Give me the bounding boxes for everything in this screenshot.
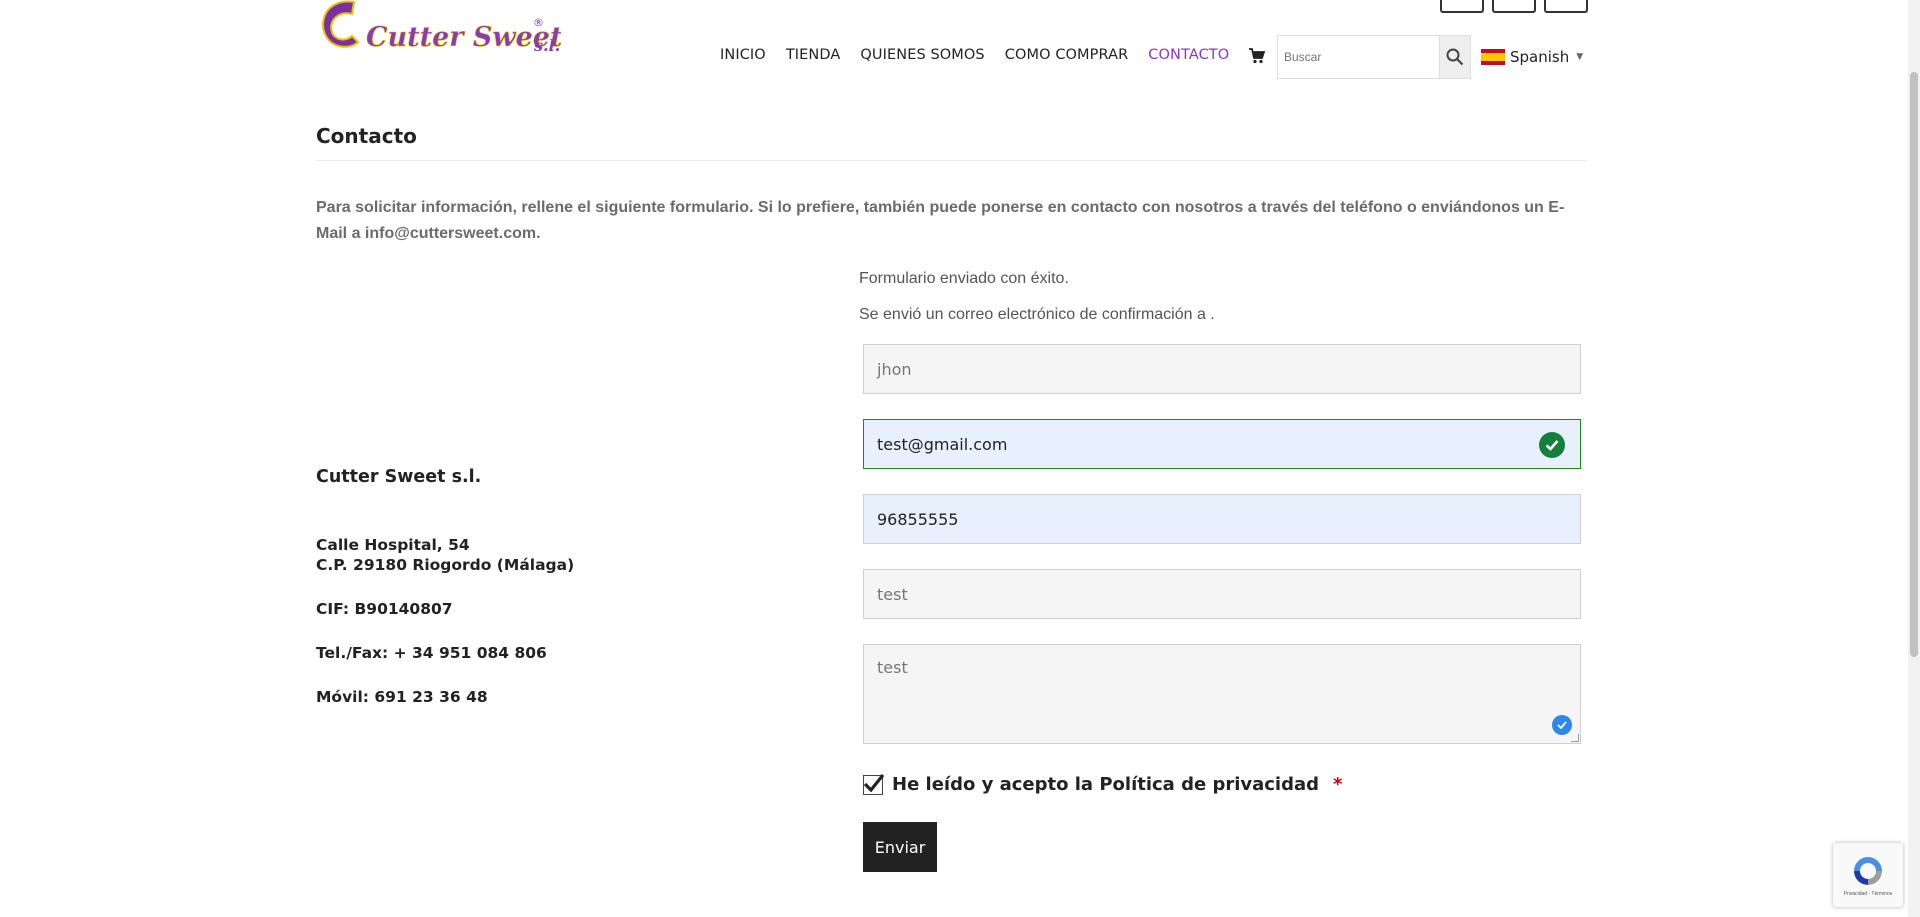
- valid-check-icon: [1539, 432, 1565, 458]
- email-field[interactable]: test@gmail.com: [863, 419, 1581, 469]
- top-icon-2[interactable]: [1492, 0, 1536, 13]
- nav-inicio[interactable]: INICIO: [720, 47, 766, 63]
- intro-text: Para solicitar información, rellene el s…: [316, 199, 1565, 242]
- logo-text: Cutter Sweet: [366, 22, 561, 53]
- language-selector[interactable]: Spanish ▼: [1481, 48, 1583, 66]
- privacy-consent: He leído y acepto la Política de privaci…: [863, 773, 1343, 795]
- address-line-1: Calle Hospital, 54: [316, 536, 470, 554]
- checkmark-icon: [863, 773, 885, 792]
- scrollbar-thumb[interactable]: [1910, 72, 1918, 657]
- company-telfax: Tel./Fax: + 34 951 084 806: [316, 644, 547, 662]
- recaptcha-links[interactable]: Privacidad - Términos: [1844, 891, 1893, 897]
- company-name: Cutter Sweet s.l.: [316, 467, 482, 487]
- email-field-value: test@gmail.com: [877, 434, 1008, 454]
- grammar-check-icon[interactable]: [1552, 715, 1572, 735]
- search-icon: [1446, 48, 1464, 66]
- success-message: Formulario enviado con éxito.: [859, 270, 1069, 287]
- address-line-2: C.P. 29180 Riogordo (Málaga): [316, 556, 575, 574]
- company-movil: Móvil: 691 23 36 48: [316, 688, 488, 706]
- logo-suffix: s.l.: [533, 36, 560, 55]
- privacy-label[interactable]: He leído y acepto la Política de privaci…: [892, 774, 1319, 795]
- title-divider: [316, 160, 1587, 161]
- nav-contacto[interactable]: CONTACTO: [1148, 47, 1229, 63]
- required-asterisk: *: [1333, 774, 1343, 795]
- search-button[interactable]: [1439, 36, 1470, 78]
- resize-handle[interactable]: [1571, 734, 1579, 742]
- shopping-cart-icon[interactable]: [1249, 48, 1265, 64]
- nav-tienda[interactable]: TIENDA: [786, 47, 841, 63]
- company-cif: CIF: B90140807: [316, 600, 453, 618]
- name-field-value: jhon: [877, 359, 912, 379]
- main-nav: INICIO TIENDA QUIENES SOMOS COMO COMPRAR…: [720, 47, 1249, 63]
- recaptcha-badge[interactable]: Privacidad - Términos: [1833, 843, 1903, 907]
- top-icon-3[interactable]: [1544, 0, 1588, 13]
- nav-quienes-somos[interactable]: QUIENES SOMOS: [860, 47, 984, 63]
- page-title: Contacto: [316, 124, 417, 148]
- top-icon-1[interactable]: [1440, 0, 1484, 13]
- phone-field[interactable]: 96855555: [863, 494, 1581, 544]
- site-logo[interactable]: Cutter Sweet ® s.l.: [316, 0, 561, 56]
- subject-field-value: test: [877, 584, 908, 604]
- search-box: [1277, 35, 1471, 79]
- top-icons: [1440, 0, 1588, 13]
- submit-button[interactable]: Enviar: [863, 822, 937, 872]
- chevron-down-icon: ▼: [1576, 52, 1584, 62]
- phone-field-value: 96855555: [877, 509, 959, 529]
- scrollbar-track[interactable]: [1908, 0, 1920, 917]
- spain-flag-icon: [1481, 49, 1505, 65]
- name-field[interactable]: jhon: [863, 344, 1581, 394]
- subject-field[interactable]: test: [863, 569, 1581, 619]
- search-input[interactable]: [1278, 36, 1439, 78]
- language-label: Spanish: [1510, 48, 1570, 66]
- confirmation-message: Se envió un correo electrónico de confir…: [859, 306, 1215, 323]
- recaptcha-icon: [1854, 857, 1882, 885]
- message-textarea-value: test: [877, 658, 908, 677]
- message-textarea[interactable]: test: [863, 644, 1581, 744]
- svg-text:®: ®: [533, 16, 544, 29]
- company-address: Calle Hospital, 54 C.P. 29180 Riogordo (…: [316, 535, 574, 575]
- privacy-checkbox[interactable]: [863, 773, 885, 795]
- nav-como-comprar[interactable]: COMO COMPRAR: [1005, 47, 1129, 63]
